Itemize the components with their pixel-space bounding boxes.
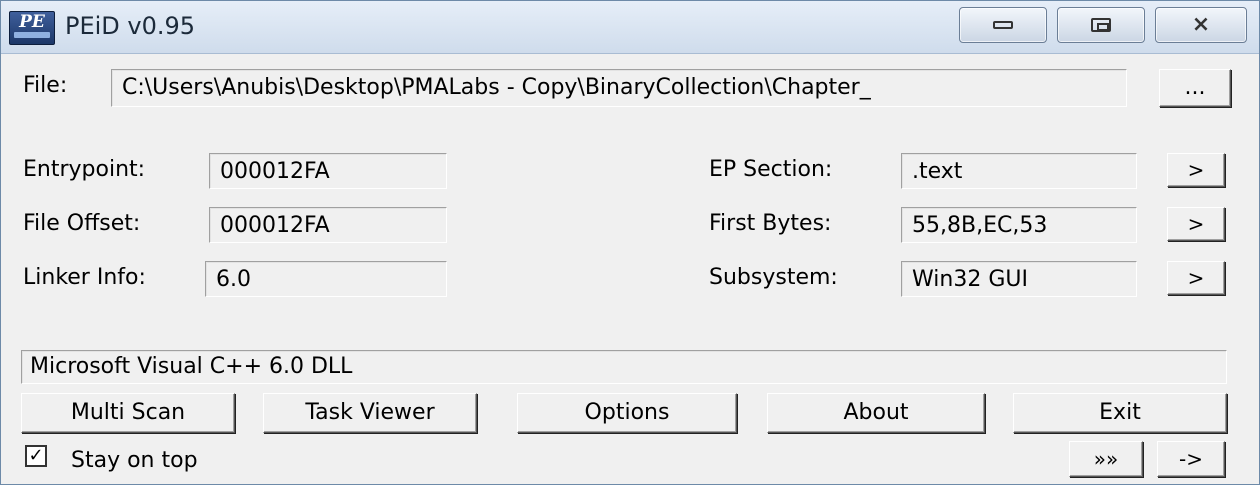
entrypoint-label: Entrypoint: xyxy=(23,157,146,182)
arrow-button[interactable]: -> xyxy=(1157,441,1225,477)
browse-button[interactable]: ... xyxy=(1159,69,1231,107)
file-offset-field[interactable]: 000012FA xyxy=(209,207,447,243)
close-icon: ⨯ xyxy=(1191,12,1211,37)
first-bytes-field[interactable]: 55,8B,EC,53 xyxy=(901,207,1137,243)
linker-info-label: Linker Info: xyxy=(23,265,146,290)
minimize-icon xyxy=(993,21,1013,29)
close-button[interactable]: ⨯ xyxy=(1155,7,1247,43)
maximize-icon xyxy=(1091,18,1111,32)
maximize-button[interactable] xyxy=(1057,7,1145,43)
exit-button[interactable]: Exit xyxy=(1013,393,1227,433)
file-offset-label: File Offset: xyxy=(23,211,141,236)
title-bar[interactable]: PE PEiD v0.95 ⨯ xyxy=(1,1,1259,54)
file-path-field[interactable]: C:\Users\Anubis\Desktop\PMALabs - Copy\B… xyxy=(111,69,1127,107)
stay-on-top-label: Stay on top xyxy=(71,448,198,473)
about-button[interactable]: About xyxy=(767,393,985,433)
scan-result-field[interactable]: Microsoft Visual C++ 6.0 DLL xyxy=(21,350,1227,384)
options-button[interactable]: Options xyxy=(517,393,737,433)
file-label: File: xyxy=(23,73,68,98)
subsystem-detail-button[interactable]: > xyxy=(1167,261,1225,295)
linker-info-field[interactable]: 6.0 xyxy=(205,261,447,297)
peid-window: PE PEiD v0.95 ⨯ File: C:\Users\Anubis\De… xyxy=(0,0,1260,485)
stay-on-top-checkbox[interactable]: ✓ xyxy=(25,445,47,467)
ep-section-label: EP Section: xyxy=(709,157,833,182)
ep-section-field[interactable]: .text xyxy=(901,153,1137,189)
plugins-button[interactable]: »» xyxy=(1069,441,1143,477)
minimize-button[interactable] xyxy=(959,7,1047,43)
entrypoint-field[interactable]: 000012FA xyxy=(209,153,447,189)
ep-section-detail-button[interactable]: > xyxy=(1167,153,1225,187)
task-viewer-button[interactable]: Task Viewer xyxy=(263,393,477,433)
window-title: PEiD v0.95 xyxy=(65,12,196,40)
peid-app-icon: PE xyxy=(9,11,55,45)
multi-scan-button[interactable]: Multi Scan xyxy=(21,393,235,433)
first-bytes-detail-button[interactable]: > xyxy=(1167,207,1225,241)
subsystem-label: Subsystem: xyxy=(709,265,838,290)
app-icon-text: PE xyxy=(19,12,45,32)
first-bytes-label: First Bytes: xyxy=(709,211,832,236)
subsystem-field[interactable]: Win32 GUI xyxy=(901,261,1137,297)
